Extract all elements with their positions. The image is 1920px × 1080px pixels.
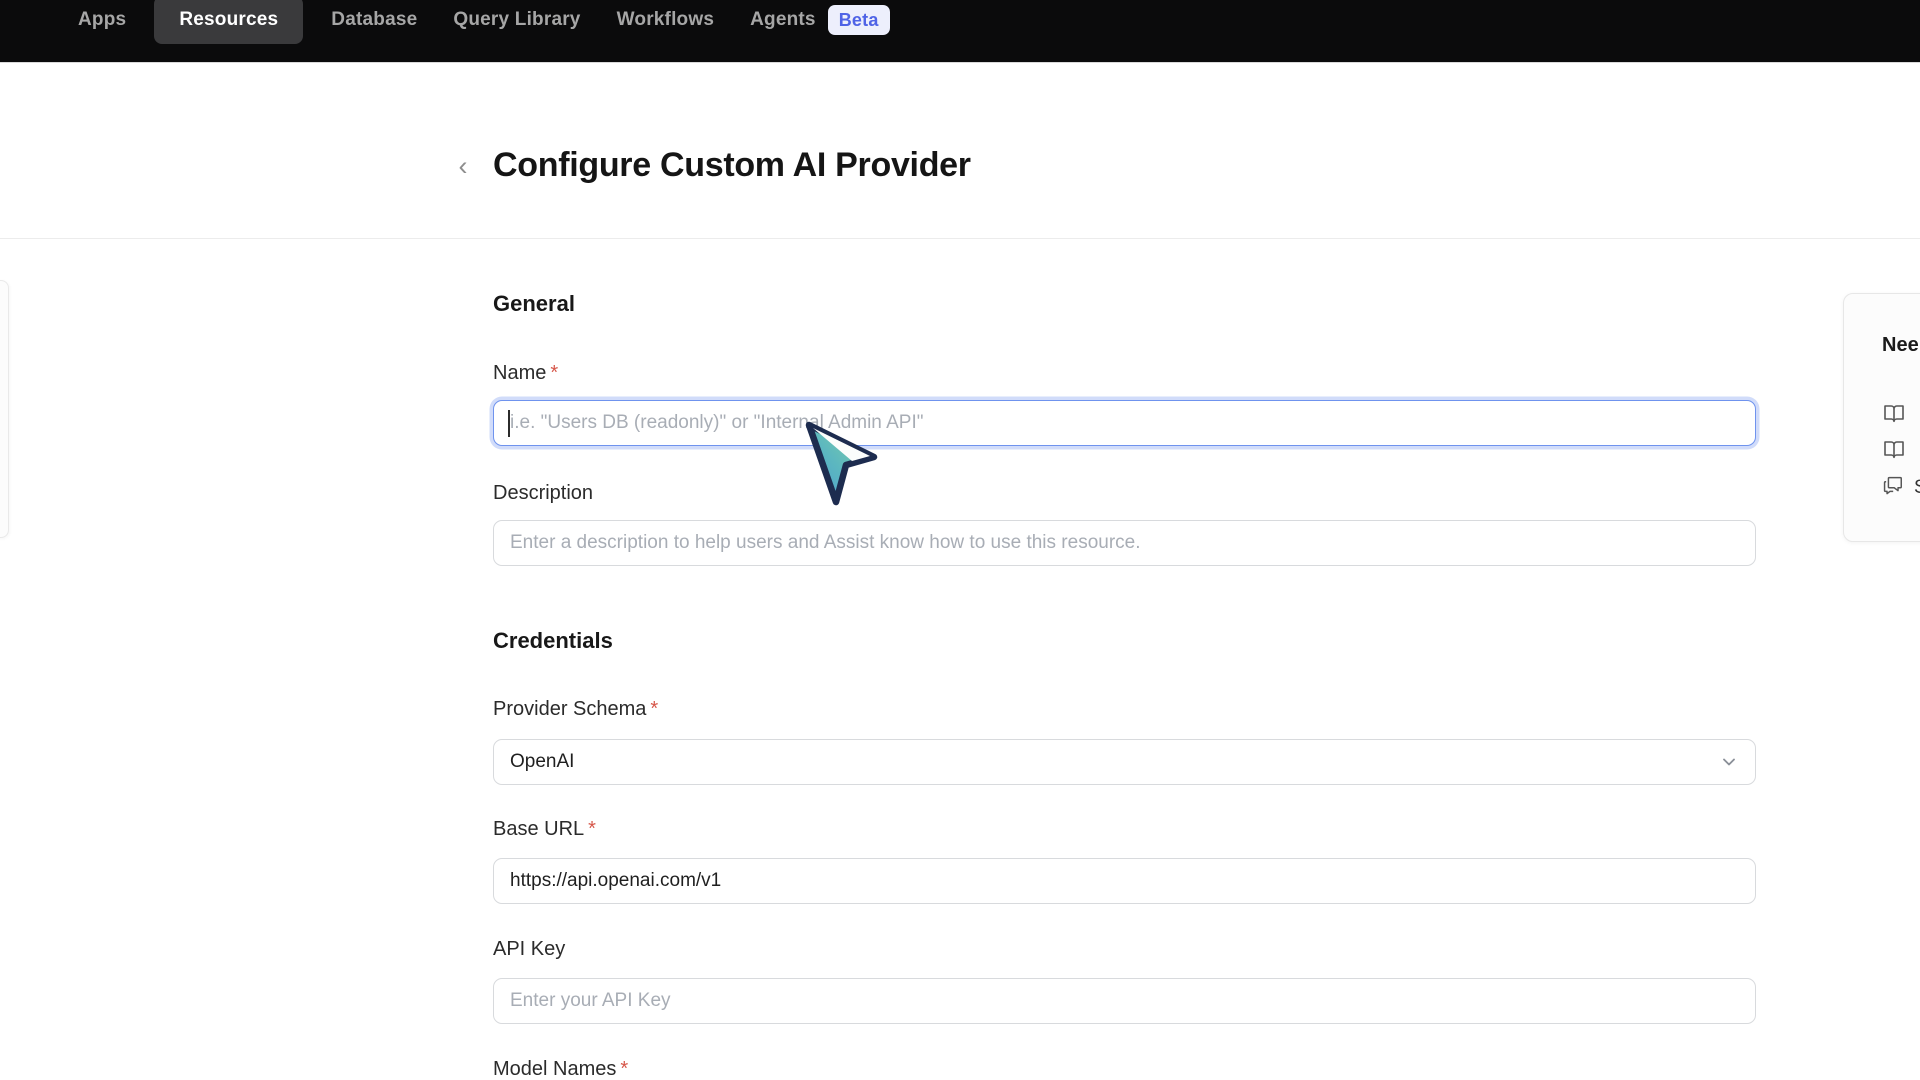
- nav-tab-row: Apps Resources Database Query Library Wo…: [60, 0, 908, 46]
- page-title: Configure Custom AI Provider: [493, 146, 971, 185]
- left-card-edge: [0, 280, 9, 538]
- required-asterisk: *: [550, 362, 558, 384]
- name-label: Name*: [493, 362, 558, 385]
- top-navbar: Apps Resources Database Query Library Wo…: [0, 0, 1920, 63]
- base-url-input[interactable]: [493, 858, 1756, 904]
- help-link-support[interactable]: S: [1882, 474, 1920, 502]
- base-url-label: Base URL*: [493, 818, 596, 841]
- nav-tab-query-library[interactable]: Query Library: [435, 0, 598, 44]
- help-link-guide[interactable]: [1882, 437, 1916, 467]
- provider-schema-value: OpenAI: [510, 751, 574, 773]
- provider-schema-select[interactable]: OpenAI: [493, 739, 1756, 785]
- chevron-down-icon: [1719, 752, 1739, 772]
- chevron-left-icon: ‹: [459, 151, 468, 181]
- help-panel-heading: Nee: [1882, 334, 1919, 357]
- section-heading-credentials: Credentials: [493, 628, 613, 654]
- description-input[interactable]: [493, 520, 1756, 566]
- help-link-label: S: [1914, 477, 1920, 499]
- name-input[interactable]: [493, 400, 1756, 446]
- nav-tab-label: Query Library: [453, 9, 580, 31]
- api-key-input[interactable]: [493, 978, 1756, 1024]
- section-heading-general: General: [493, 291, 575, 317]
- nav-tab-apps[interactable]: Apps: [60, 0, 144, 44]
- book-icon: [1882, 437, 1906, 467]
- nav-tab-label: Agents: [750, 9, 816, 31]
- required-asterisk: *: [588, 818, 596, 840]
- required-asterisk: *: [650, 698, 658, 720]
- description-label: Description: [493, 482, 593, 505]
- text-caret: [508, 410, 510, 437]
- required-asterisk: *: [620, 1058, 628, 1080]
- nav-tab-database[interactable]: Database: [313, 0, 435, 44]
- nav-tab-label: Apps: [78, 9, 126, 31]
- nav-tab-label: Database: [331, 9, 417, 31]
- nav-tab-agents[interactable]: Agents Beta: [732, 0, 907, 44]
- provider-schema-label: Provider Schema*: [493, 698, 658, 721]
- header-divider: [0, 238, 1920, 239]
- chat-icon: [1882, 474, 1904, 502]
- api-key-label: API Key: [493, 938, 565, 961]
- model-names-label: Model Names*: [493, 1058, 628, 1080]
- nav-tab-label: Resources: [179, 9, 278, 31]
- book-icon: [1882, 401, 1906, 431]
- help-link-docs[interactable]: [1882, 401, 1916, 431]
- nav-tab-resources[interactable]: Resources: [154, 0, 303, 44]
- beta-badge: Beta: [828, 5, 890, 35]
- app-window: Apps Resources Database Query Library Wo…: [0, 0, 1920, 1080]
- nav-tab-label: Workflows: [617, 9, 715, 31]
- back-button[interactable]: ‹: [448, 148, 478, 184]
- help-panel-card: Nee: [1843, 293, 1920, 542]
- nav-tab-workflows[interactable]: Workflows: [599, 0, 733, 44]
